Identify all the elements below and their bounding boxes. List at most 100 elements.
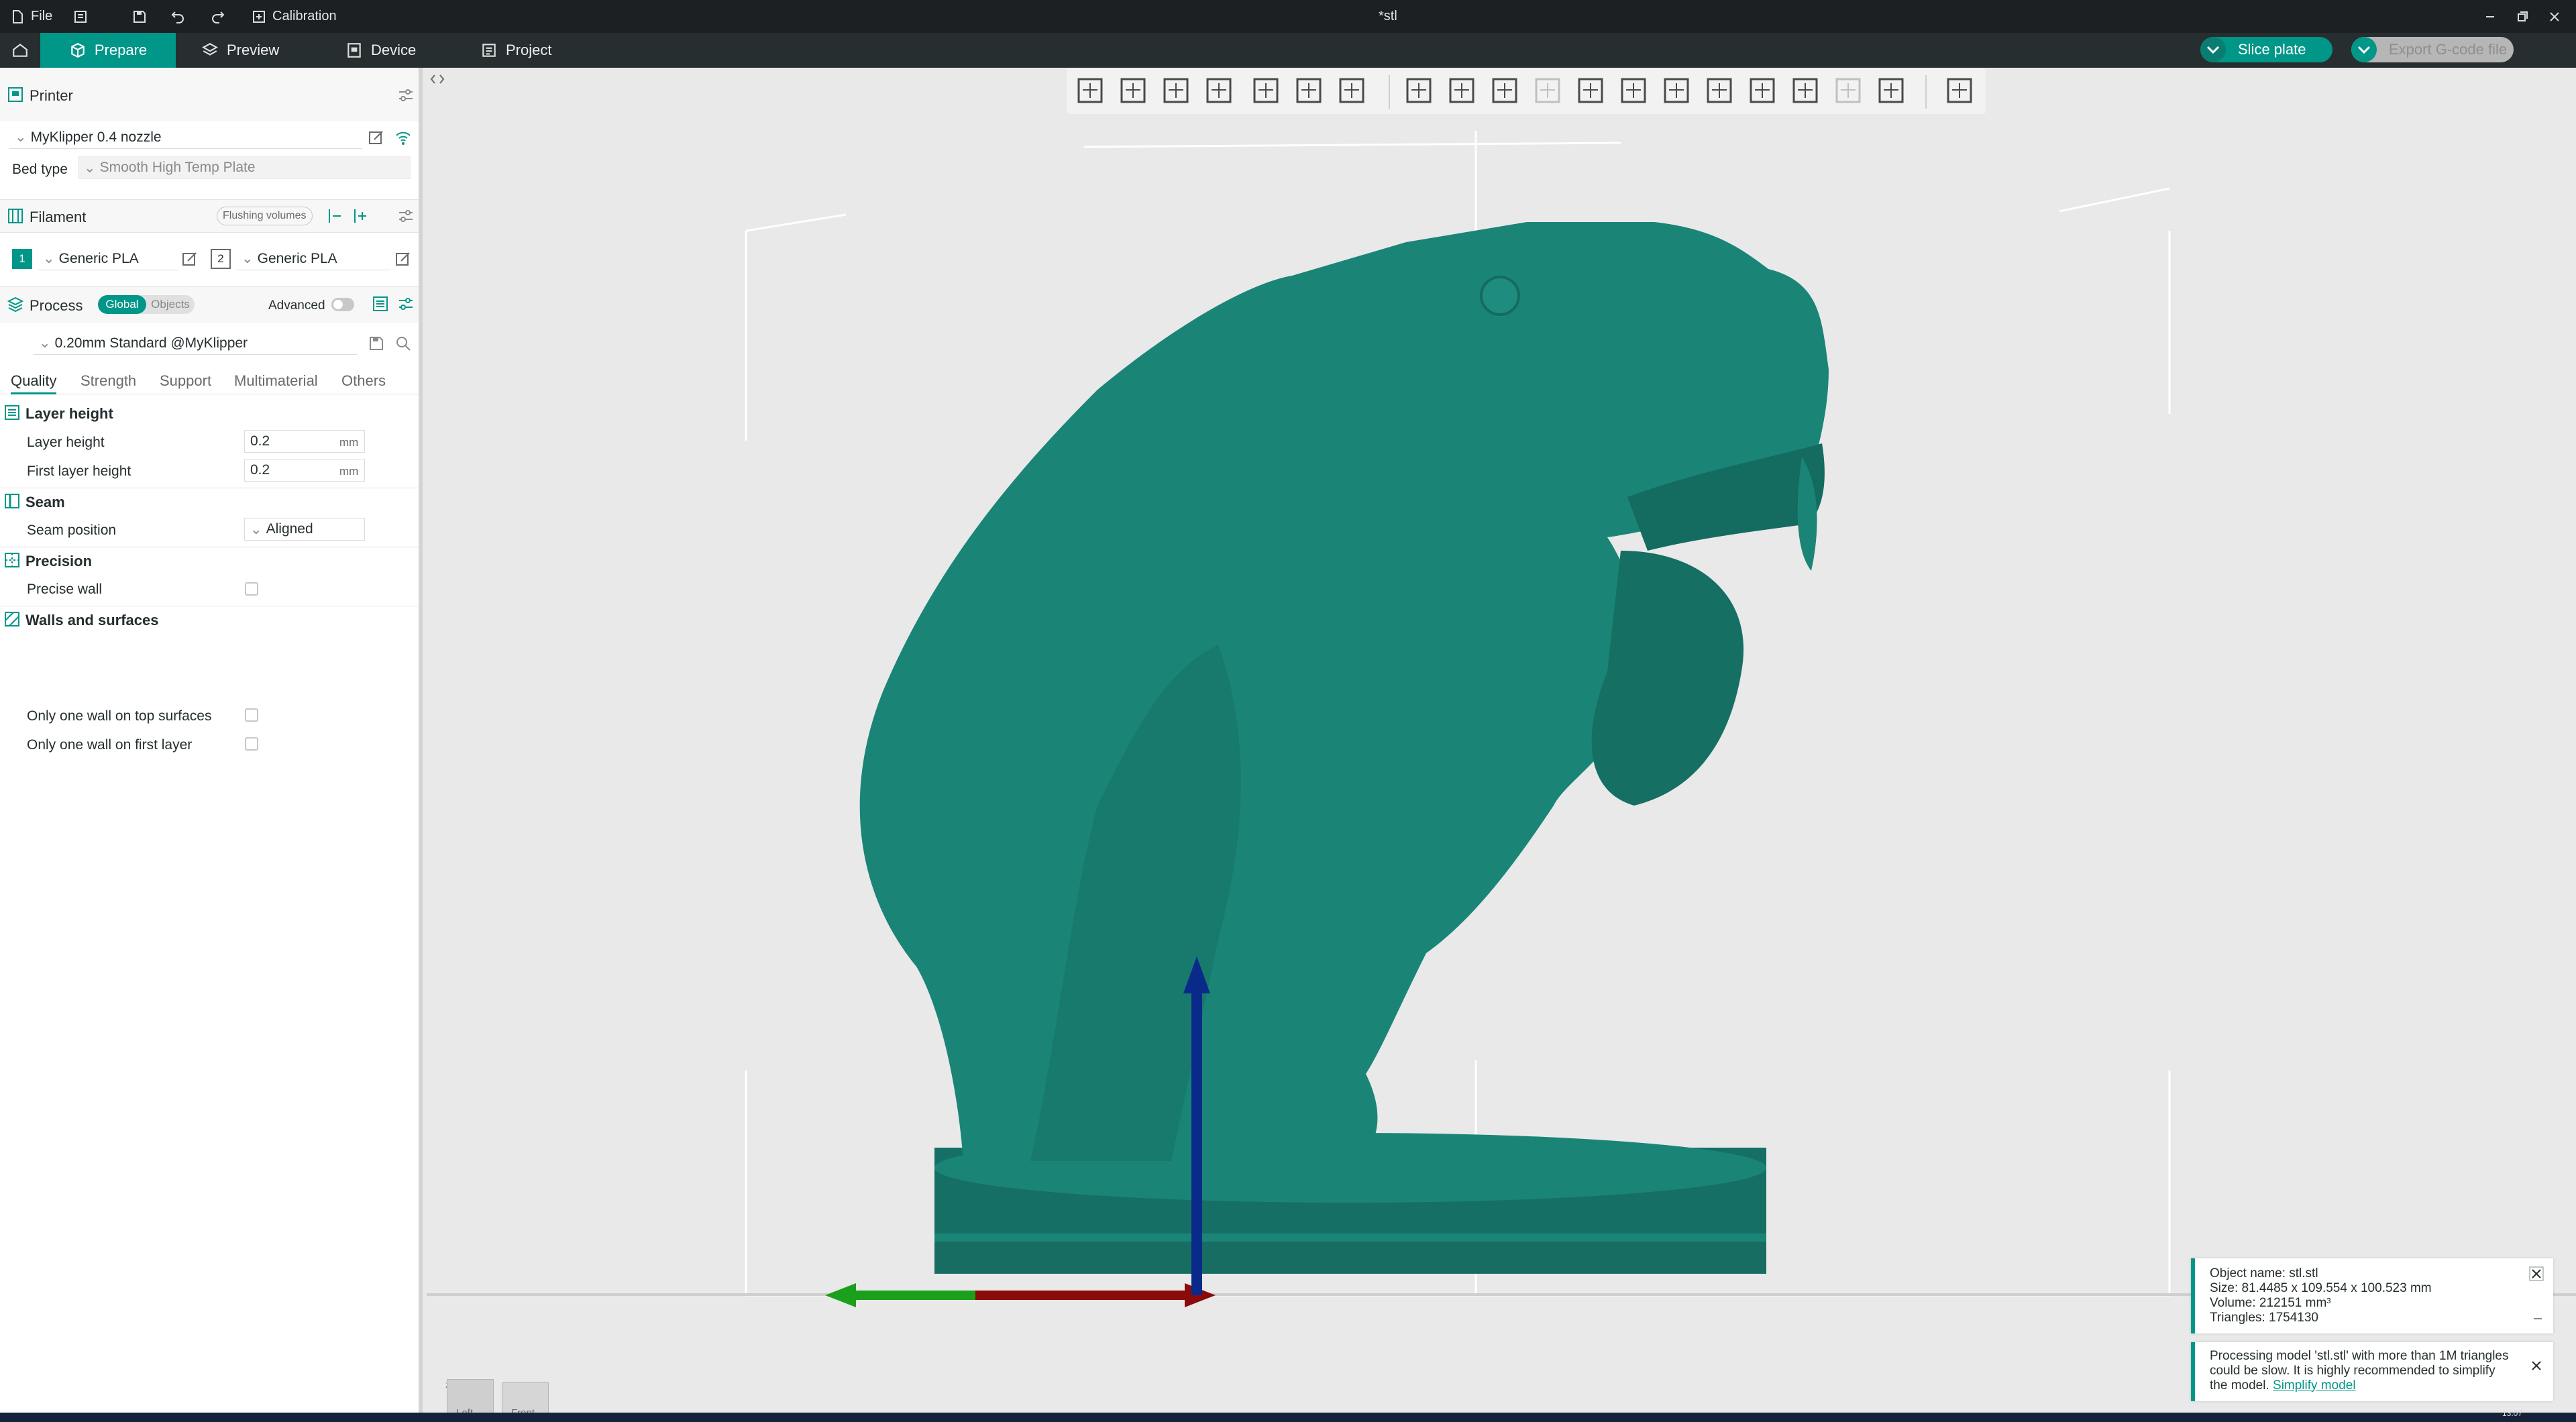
- tab-multimaterial[interactable]: Multimaterial: [234, 372, 318, 390]
- support-paint-icon[interactable]: [1617, 75, 1652, 107]
- printer-settings-icon[interactable]: [397, 87, 415, 104]
- filament-slot-1-index[interactable]: 1: [12, 249, 32, 269]
- global-label[interactable]: Global: [98, 295, 146, 314]
- tab-prepare-label: Prepare: [94, 42, 148, 58]
- restore-button[interactable]: [2514, 0, 2530, 33]
- add-filament-icon[interactable]: [352, 207, 369, 225]
- one-wall-first-checkbox[interactable]: [245, 737, 258, 751]
- file-menu[interactable]: File: [9, 0, 52, 33]
- scale-icon[interactable]: [1488, 75, 1523, 107]
- save-preset-icon[interactable]: [368, 335, 385, 352]
- cut-icon[interactable]: [1574, 75, 1609, 107]
- tab-others[interactable]: Others: [341, 372, 386, 390]
- processing-line-3: the model.: [2210, 1378, 2269, 1392]
- layer-height-value: 0.2: [250, 433, 270, 449]
- process-preset-select[interactable]: ⌄ 0.20mm Standard @MyKlipper: [34, 332, 357, 355]
- export-dropdown-icon[interactable]: [2351, 37, 2377, 62]
- filament-slot-1-name: Generic PLA: [58, 250, 139, 266]
- auto-orient-icon[interactable]: [1159, 75, 1194, 107]
- objects-label[interactable]: Objects: [146, 295, 195, 314]
- bed-type-select[interactable]: ⌄ Smooth High Temp Plate: [78, 156, 411, 179]
- edit-filament-2-icon[interactable]: [394, 250, 412, 268]
- object-info-panel: Object name: stl.stl Size: 81.4485 x 109…: [2191, 1258, 2553, 1333]
- chevron-down-icon: ⌄: [84, 160, 96, 176]
- wifi-icon[interactable]: [394, 129, 412, 146]
- 3d-viewport[interactable]: z Left Front y x: [427, 68, 2576, 1413]
- seam-position-select[interactable]: ⌄ Aligned: [244, 518, 365, 541]
- calibration-menu[interactable]: Calibration: [251, 0, 337, 33]
- remove-filament-icon[interactable]: [326, 207, 343, 225]
- fuzzy-skin-icon[interactable]: [1703, 75, 1737, 107]
- flatten-icon[interactable]: [1531, 75, 1566, 107]
- printer-select[interactable]: ⌄ MyKlipper 0.4 nozzle: [9, 126, 362, 149]
- seam-paint-icon[interactable]: [1660, 75, 1695, 107]
- advanced-toggle[interactable]: [331, 298, 354, 311]
- view-cube-front[interactable]: Front: [511, 1407, 535, 1413]
- process-preset-name: 0.20mm Standard @MyKlipper: [54, 335, 248, 351]
- tab-prepare[interactable]: Prepare: [40, 33, 176, 68]
- file-menu-label: File: [31, 9, 53, 23]
- menu-icon: [74, 10, 87, 23]
- menu-button[interactable]: [72, 0, 89, 33]
- redo-button[interactable]: [210, 0, 226, 33]
- variable-layer-icon[interactable]: [1335, 75, 1370, 107]
- flushing-volumes-button[interactable]: Flushing volumes: [217, 207, 313, 225]
- lay-on-face-icon[interactable]: [1202, 75, 1237, 107]
- tab-device[interactable]: Device: [345, 33, 446, 68]
- process-settings-icon[interactable]: [397, 295, 415, 313]
- viewport-canvas[interactable]: [427, 68, 2576, 1413]
- close-icon[interactable]: [2529, 1266, 2544, 1281]
- bed-type-label: Bed type: [12, 162, 68, 177]
- one-wall-first-label: Only one wall on first layer: [27, 737, 193, 753]
- home-button[interactable]: [0, 33, 40, 68]
- edit-printer-icon[interactable]: [368, 129, 385, 146]
- view-cube[interactable]: z Left Front y x: [427, 1285, 568, 1413]
- collapse-icon[interactable]: [2532, 1313, 2544, 1323]
- toolbar-separator: [1389, 75, 1390, 109]
- bounding-box-icon[interactable]: [1874, 75, 1909, 107]
- close-window-button[interactable]: [2546, 0, 2563, 33]
- move-icon[interactable]: [1402, 75, 1437, 107]
- main-tab-bar: Prepare Preview Device Project Slice pla…: [0, 33, 2576, 68]
- tab-preview[interactable]: Preview: [201, 33, 302, 68]
- tab-project[interactable]: Project: [480, 33, 581, 68]
- simplify-model-link[interactable]: Simplify model: [2273, 1378, 2356, 1392]
- walls-group-title: Walls and surfaces: [25, 612, 159, 628]
- filament-settings-icon[interactable]: [397, 207, 415, 225]
- tab-support[interactable]: Support: [160, 372, 211, 390]
- filament-slot-2-select[interactable]: ⌄ Generic PLA: [236, 248, 390, 270]
- add-cube-icon[interactable]: [1073, 75, 1108, 107]
- tab-device-label: Device: [371, 42, 417, 58]
- split-objects-icon[interactable]: [1249, 75, 1284, 107]
- text-icon[interactable]: [1746, 75, 1780, 107]
- minimize-button[interactable]: [2482, 0, 2498, 33]
- one-wall-top-checkbox[interactable]: [245, 708, 258, 722]
- assembly-icon[interactable]: [1831, 75, 1866, 107]
- restore-icon: [2518, 11, 2528, 21]
- slice-dropdown-icon[interactable]: [2200, 37, 2226, 62]
- precise-wall-checkbox[interactable]: [245, 582, 258, 596]
- filament-slot-2-index[interactable]: 2: [211, 249, 231, 269]
- tab-strength[interactable]: Strength: [80, 372, 136, 390]
- filament-slot-1-select[interactable]: ⌄ Generic PLA: [38, 248, 178, 270]
- global-objects-toggle[interactable]: Global Objects: [98, 295, 195, 314]
- search-icon[interactable]: [394, 335, 412, 352]
- export-gcode-button[interactable]: Export G-code file: [2351, 37, 2514, 62]
- split-parts-icon[interactable]: [1292, 75, 1327, 107]
- view-cube-left[interactable]: Left: [456, 1407, 473, 1413]
- slice-plate-button[interactable]: Slice plate: [2200, 37, 2332, 62]
- arrange-grid-icon[interactable]: [1116, 75, 1151, 107]
- walls-icon: [5, 612, 19, 626]
- tab-project-label: Project: [506, 42, 552, 58]
- measure-icon[interactable]: [1788, 75, 1823, 107]
- printer-section-label: Printer: [30, 87, 73, 104]
- save-button[interactable]: [131, 0, 148, 33]
- rotate-icon[interactable]: [1445, 75, 1480, 107]
- edit-filament-1-icon[interactable]: [181, 250, 199, 268]
- close-icon[interactable]: [2529, 1358, 2544, 1373]
- compare-presets-icon[interactable]: [372, 295, 389, 313]
- collapse-sidebar-button[interactable]: [429, 71, 445, 87]
- assembly-view-icon[interactable]: [1943, 75, 1978, 107]
- undo-button[interactable]: [170, 0, 186, 33]
- tab-quality[interactable]: Quality: [11, 372, 57, 394]
